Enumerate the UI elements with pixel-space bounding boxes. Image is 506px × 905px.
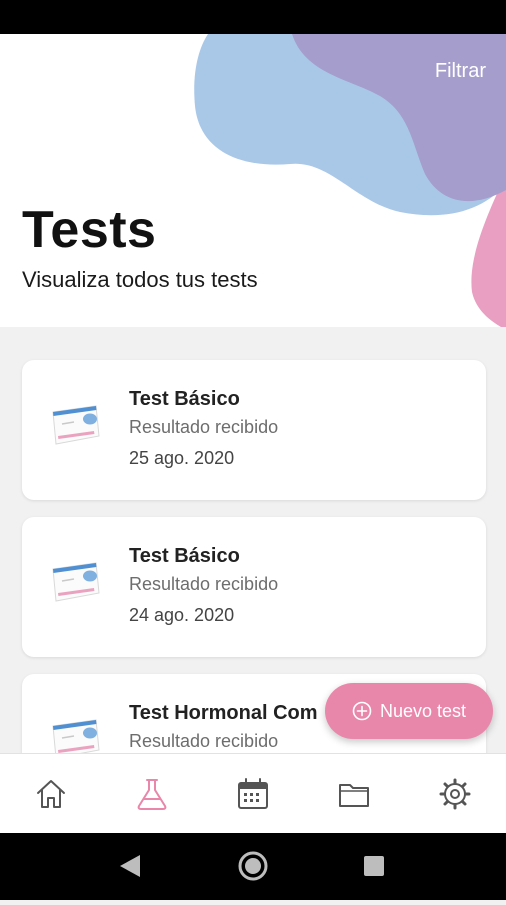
- settings-gear-icon: [439, 778, 471, 810]
- back-icon[interactable]: [120, 855, 140, 877]
- filter-button[interactable]: Filtrar: [435, 60, 486, 83]
- nav-tests[interactable]: [101, 754, 202, 834]
- test-kit-thumbnail: [52, 405, 100, 445]
- header: Filtrar Tests Visualiza todos tus tests: [0, 34, 506, 327]
- page-title: Tests: [22, 201, 157, 259]
- test-kit-thumbnail: [52, 719, 100, 753]
- test-title: Test Básico: [129, 545, 240, 567]
- test-title: Test Hormonal Com: [129, 702, 318, 724]
- page-subtitle: Visualiza todos tus tests: [22, 267, 258, 292]
- system-nav-icons: [120, 851, 384, 881]
- test-kit-thumbnail: [52, 562, 100, 602]
- flask-icon: [137, 779, 167, 810]
- system-navigation-bar: [0, 833, 506, 900]
- test-title: Test Básico: [129, 388, 240, 410]
- new-test-label: Nuevo test: [379, 700, 467, 721]
- calendar-icon: [238, 778, 268, 809]
- test-status: Resultado recibido: [129, 731, 279, 751]
- status-bar: [0, 0, 506, 34]
- nav-calendar[interactable]: [202, 754, 303, 834]
- bottom-navigation: [0, 753, 506, 834]
- home-icon: [36, 780, 65, 808]
- recents-square-icon[interactable]: [364, 856, 384, 876]
- nav-home[interactable]: [0, 754, 101, 834]
- test-date: 24 ago. 2020: [129, 605, 235, 625]
- test-card[interactable]: Test Básico Resultado recibido 25 ago. 2…: [22, 360, 486, 500]
- test-date: 25 ago. 2020: [129, 448, 235, 468]
- test-status: Resultado recibido: [129, 417, 279, 437]
- nav-documents[interactable]: [304, 754, 405, 834]
- folder-icon: [339, 784, 370, 807]
- test-card[interactable]: Test Básico Resultado recibido 24 ago. 2…: [22, 517, 486, 657]
- test-status: Resultado recibido: [129, 574, 279, 594]
- nav-settings[interactable]: [405, 754, 506, 834]
- new-test-button[interactable]: Nuevo test: [325, 683, 493, 739]
- plus-circle-icon: [352, 701, 372, 721]
